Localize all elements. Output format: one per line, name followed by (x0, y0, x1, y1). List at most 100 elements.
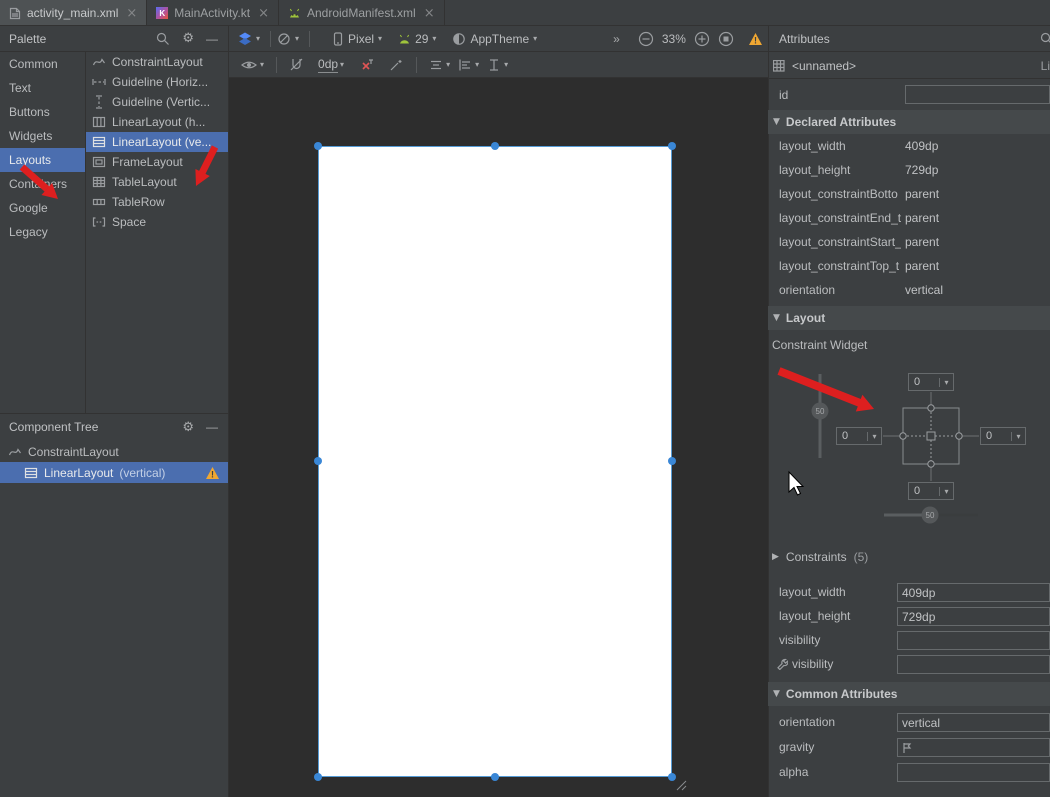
view-options-eye-icon[interactable] (241, 59, 257, 71)
design-surface-icon[interactable] (238, 32, 252, 46)
close-icon[interactable]: × (424, 7, 435, 20)
autoconnect-off-magnet-icon[interactable] (289, 57, 304, 72)
constraints-count: (5) (854, 550, 869, 564)
attr-value[interactable]: parent (905, 182, 1045, 206)
default-margin-dropdown[interactable]: 0dp ▾ (318, 57, 344, 73)
design-toolbar: ▾ ▾ Pixel ▾ 29 ▾ AppTheme ▾ » 33% ! (228, 26, 768, 51)
minimize-icon[interactable]: — (206, 420, 218, 434)
palette-item-tablelayout[interactable]: TableLayout (86, 172, 228, 192)
palette-category-google[interactable]: Google (0, 196, 85, 220)
constraints-section-toggle[interactable]: ▶ Constraints (5) (772, 550, 868, 564)
attr-name: gravity (779, 735, 901, 759)
palette-item-constraintlayout[interactable]: ConstraintLayout (86, 52, 228, 72)
tab-androidmanifest-xml[interactable]: AndroidManifest.xml × (279, 0, 445, 26)
canvas-resize-grip[interactable] (674, 778, 688, 792)
device-selector[interactable]: Pixel ▾ (332, 32, 382, 46)
device-artboard-linearlayout[interactable] (318, 146, 672, 777)
expand-horizontal-icon[interactable] (487, 58, 501, 72)
tab-activity-main-xml[interactable]: activity_main.xml × (0, 0, 147, 26)
palette-category-containers[interactable]: Containers (0, 172, 85, 196)
layout-height-input[interactable]: 729dp (897, 607, 1050, 626)
constraint-anchor-top[interactable] (928, 405, 934, 411)
attr-value[interactable]: parent (905, 206, 1045, 230)
palette-item-framelayout[interactable]: FrameLayout (86, 152, 228, 172)
palette-item-tablerow[interactable]: TableRow (86, 192, 228, 212)
attr-name: visibility (779, 628, 901, 652)
palette-item-linearlayout-horizontal[interactable]: LinearLayout (h... (86, 112, 228, 132)
zoom-in-icon[interactable] (694, 31, 710, 47)
minimize-icon[interactable]: — (206, 32, 218, 46)
tools-visibility-input[interactable] (897, 655, 1050, 674)
palette-category-buttons[interactable]: Buttons (0, 100, 85, 124)
id-label: id (779, 88, 788, 102)
selection-handle-top-left[interactable] (314, 142, 322, 150)
margin-top-dropdown[interactable]: 0▾ (908, 373, 954, 391)
margin-left-dropdown[interactable]: 0▾ (836, 427, 882, 445)
attr-name: layout_width (779, 580, 901, 604)
component-grid-icon (773, 60, 785, 72)
toolbar-overflow-chevrons[interactable]: » (613, 32, 620, 46)
palette-category-widgets[interactable]: Widgets (0, 124, 85, 148)
palette-item-list: ConstraintLayout Guideline (Horiz... Gui… (86, 52, 228, 232)
theme-selector[interactable]: AppTheme ▾ (452, 32, 537, 46)
orientation-input[interactable]: vertical (897, 713, 1050, 732)
component-tree-title: Component Tree (0, 420, 98, 434)
selection-handle-bottom-left[interactable] (314, 773, 322, 781)
warning-icon[interactable]: ! (748, 32, 763, 46)
orientation-icon[interactable] (277, 32, 291, 46)
margin-right-dropdown[interactable]: 0▾ (980, 427, 1026, 445)
close-icon[interactable]: × (126, 7, 137, 20)
zoom-out-icon[interactable] (638, 31, 654, 47)
api-level-selector[interactable]: 29 ▾ (398, 32, 436, 46)
chevron-down-icon: ▾ (260, 60, 264, 69)
palette-item-space[interactable]: Space (86, 212, 228, 232)
visibility-input[interactable] (897, 631, 1050, 650)
attr-value[interactable]: 409dp (905, 134, 1045, 158)
attr-value[interactable]: parent (905, 230, 1045, 254)
search-icon[interactable] (156, 32, 170, 46)
search-icon[interactable] (1040, 32, 1050, 46)
tree-node-constraintlayout[interactable]: ConstraintLayout (0, 442, 228, 462)
palette-category-text[interactable]: Text (0, 76, 85, 100)
section-layout[interactable]: ▼ Layout (768, 306, 1050, 330)
alpha-input[interactable] (897, 763, 1050, 782)
palette-title: Palette (0, 32, 46, 46)
constraint-anchor-left[interactable] (900, 433, 906, 439)
selection-handle-left-middle[interactable] (314, 457, 322, 465)
section-common-attributes[interactable]: ▼ Common Attributes (768, 682, 1050, 706)
clear-constraints-icon[interactable] (360, 58, 375, 72)
margin-bottom-dropdown[interactable]: 0▾ (908, 482, 954, 500)
constraint-anchor-bottom[interactable] (928, 461, 934, 467)
pack-icon[interactable] (429, 58, 443, 72)
constraint-anchor-right[interactable] (956, 433, 962, 439)
gear-icon[interactable]: ⚙ (182, 31, 194, 46)
tree-node-linearlayout[interactable]: LinearLayout (vertical) ! (0, 462, 228, 483)
section-declared-attributes[interactable]: ▼ Declared Attributes (768, 110, 1050, 134)
tab-mainactivity-kt[interactable]: K MainActivity.kt × (147, 0, 279, 26)
gravity-input[interactable] (897, 738, 1050, 757)
palette-category-common[interactable]: Common (0, 52, 85, 76)
selection-handle-top-center[interactable] (491, 142, 499, 150)
attributes-title: Attributes (768, 32, 830, 46)
selection-handle-top-right[interactable] (668, 142, 676, 150)
layout-width-input[interactable]: 409dp (897, 583, 1050, 602)
attr-name: layout_height (779, 158, 901, 182)
palette-category-legacy[interactable]: Legacy (0, 220, 85, 244)
attr-value[interactable]: 729dp (905, 158, 1045, 182)
id-input[interactable] (905, 85, 1050, 104)
palette-category-layouts[interactable]: Layouts (0, 148, 85, 172)
attr-value[interactable]: vertical (905, 278, 1045, 302)
palette-item-linearlayout-vertical[interactable]: LinearLayout (ve... (86, 132, 228, 152)
align-icon[interactable] (458, 58, 472, 72)
close-icon[interactable]: × (258, 7, 269, 20)
design-surface[interactable] (229, 78, 768, 797)
selection-handle-right-middle[interactable] (668, 457, 676, 465)
palette-item-guideline-vertical[interactable]: Guideline (Vertic... (86, 92, 228, 112)
zoom-to-fit-icon[interactable] (718, 31, 734, 47)
gear-icon[interactable]: ⚙ (182, 420, 194, 435)
attr-value[interactable]: parent (905, 254, 1045, 278)
selection-handle-bottom-center[interactable] (491, 773, 499, 781)
divider (270, 31, 271, 47)
infer-constraints-wand-icon[interactable] (389, 58, 404, 72)
palette-item-guideline-horizontal[interactable]: Guideline (Horiz... (86, 72, 228, 92)
